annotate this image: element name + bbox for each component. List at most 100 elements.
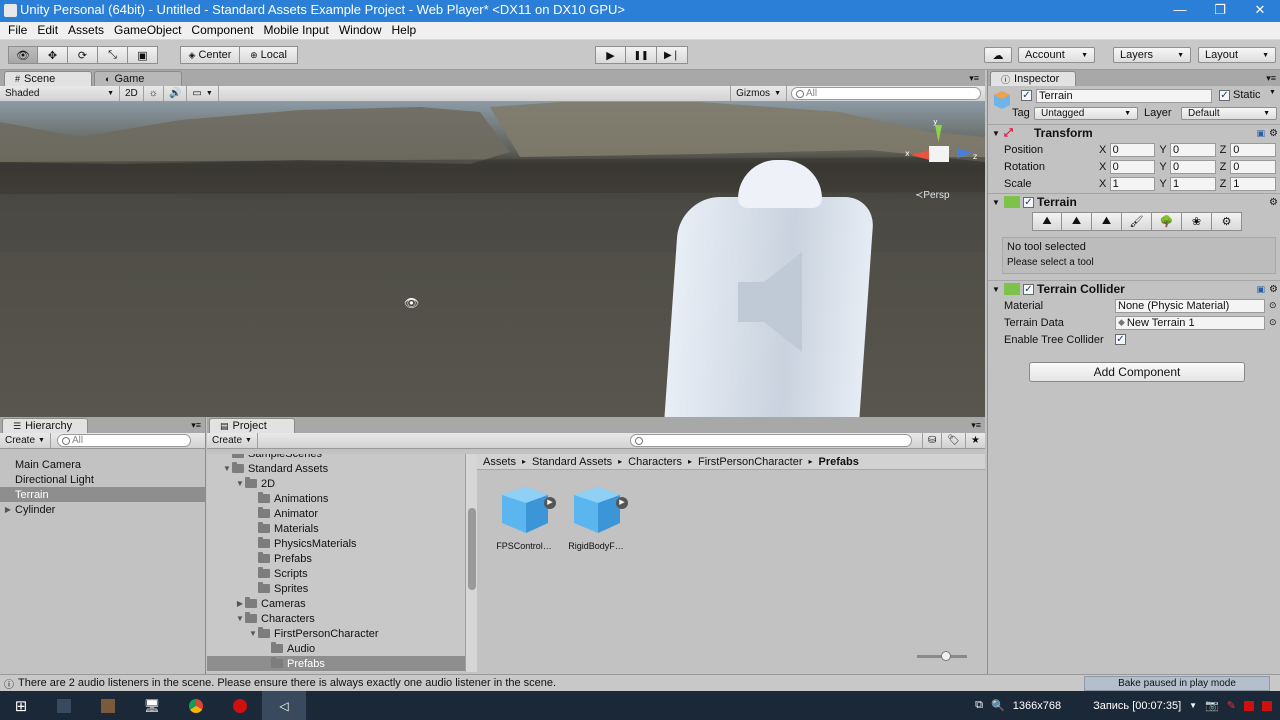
menu-assets[interactable]: Assets: [63, 22, 109, 39]
expand-arrow-icon[interactable]: ▶: [235, 599, 245, 608]
transform-y-field[interactable]: 0: [1169, 159, 1216, 174]
terrain-enabled-checkbox[interactable]: ✓: [1023, 196, 1034, 208]
audio-toggle[interactable]: 🔊: [164, 86, 188, 101]
folder-tree-item[interactable]: ▼ FirstPersonCharacter: [207, 626, 465, 641]
breadcrumb-item[interactable]: Prefabs: [819, 456, 859, 468]
terrain-header[interactable]: ▼ ✓ Terrain ⚙: [988, 193, 1280, 210]
static-checkbox[interactable]: ✓: [1219, 90, 1230, 101]
folder-tree-item[interactable]: ▼ Characters: [207, 611, 465, 626]
collab-cloud-button[interactable]: ☁: [984, 47, 1012, 63]
folder-tree-item[interactable]: Sprites: [207, 581, 465, 596]
transform-z-field[interactable]: 0: [1230, 159, 1276, 174]
filter-type-button[interactable]: ⛁: [921, 433, 943, 448]
menu-file[interactable]: File: [3, 22, 32, 39]
transform-header[interactable]: ▼ ⤢ Transform ▣ ⚙: [988, 124, 1280, 141]
transform-x-field[interactable]: 1: [1109, 176, 1156, 191]
folder-tree-item[interactable]: ▶ Cameras: [207, 596, 465, 611]
transform-y-field[interactable]: 1: [1169, 176, 1216, 191]
scene-orientation-gizmo[interactable]: y x z: [905, 117, 980, 190]
expand-arrow-icon[interactable]: ▶: [3, 505, 13, 514]
tree-scrollbar[interactable]: [465, 454, 477, 672]
menu-component[interactable]: Component: [186, 22, 258, 39]
terrain-tool-button[interactable]: 🖌: [1122, 212, 1152, 231]
folder-tree-item[interactable]: Prefabs: [207, 551, 465, 566]
screen-icon[interactable]: ⧉: [975, 699, 983, 712]
record-square-icon[interactable]: [1262, 700, 1272, 711]
layers-dropdown[interactable]: Layers ▼: [1113, 47, 1191, 63]
tab-game[interactable]: ◐ Game: [94, 71, 182, 86]
expand-arrow-icon[interactable]: ▼: [235, 614, 245, 623]
transform-x-field[interactable]: 0: [1109, 159, 1156, 174]
move-tool-button[interactable]: ✥: [38, 46, 68, 64]
terrain-collider-header[interactable]: ▼ ✓ Terrain Collider ▣ ⚙: [988, 280, 1280, 297]
layer-dropdown[interactable]: Default ▼: [1181, 107, 1277, 120]
tab-hierarchy[interactable]: ☰ Hierarchy: [2, 418, 88, 433]
hierarchy-item[interactable]: Directional Light: [0, 472, 205, 487]
folder-tree-item[interactable]: Audio: [207, 641, 465, 656]
icon-size-slider-thumb[interactable]: [941, 651, 951, 661]
tag-dropdown[interactable]: Untagged ▼: [1034, 107, 1138, 120]
play-button[interactable]: ▶: [595, 46, 626, 64]
terrain-data-field[interactable]: ◆ New Terrain 1: [1115, 315, 1265, 330]
help-icon[interactable]: ▣: [1257, 284, 1266, 295]
scene-search-input[interactable]: All: [791, 87, 981, 100]
add-component-button[interactable]: Add Component: [1029, 362, 1245, 382]
panel-menu-icon[interactable]: ▾≡: [191, 420, 205, 433]
panel-menu-icon[interactable]: ▾≡: [1266, 73, 1280, 86]
tree-scrollbar-thumb[interactable]: [468, 508, 476, 590]
taskbar-app[interactable]: [218, 691, 262, 720]
rect-tool-button[interactable]: ▣: [128, 46, 158, 64]
effects-dropdown[interactable]: ▭ ▼: [187, 86, 219, 101]
step-button[interactable]: ▶❘: [657, 46, 688, 64]
project-create-dropdown[interactable]: Create ▼: [207, 433, 258, 448]
expand-arrow-icon[interactable]: ▼: [248, 629, 258, 638]
panel-menu-icon[interactable]: ▾≡: [971, 420, 985, 433]
scale-tool-button[interactable]: ⤡: [98, 46, 128, 64]
breadcrumb-item[interactable]: Characters: [628, 456, 682, 468]
tab-inspector[interactable]: ⓘ Inspector: [990, 71, 1076, 86]
panel-menu-icon[interactable]: ▾≡: [969, 73, 985, 86]
material-field[interactable]: None (Physic Material): [1115, 298, 1265, 313]
taskbar-app-unity[interactable]: ◁: [262, 691, 306, 720]
gear-icon[interactable]: ⚙: [1269, 284, 1278, 295]
gear-icon[interactable]: ⚙: [1269, 197, 1278, 208]
folder-tree-item[interactable]: SampleScenes: [207, 454, 465, 461]
folder-tree-item[interactable]: Scripts: [207, 566, 465, 581]
shading-dropdown[interactable]: Shaded ▼: [0, 86, 120, 101]
play-preview-icon[interactable]: ▶: [616, 497, 628, 509]
transform-x-field[interactable]: 0: [1109, 142, 1156, 157]
icon-size-slider[interactable]: [917, 651, 967, 661]
taskbar-app[interactable]: [86, 691, 130, 720]
terrain-tool-button[interactable]: ⚙: [1212, 212, 1242, 231]
collider-enabled-checkbox[interactable]: ✓: [1023, 283, 1034, 295]
breadcrumb-item[interactable]: FirstPersonCharacter: [698, 456, 803, 468]
taskbar-app[interactable]: [42, 691, 86, 720]
status-message[interactable]: There are 2 audio listeners in the scene…: [18, 677, 556, 689]
maximize-button[interactable]: ❐: [1200, 0, 1240, 22]
object-picker-icon[interactable]: ⊙: [1269, 317, 1277, 328]
folder-tree-item[interactable]: ▼ 2D: [207, 476, 465, 491]
folder-tree-item[interactable]: ▼ Standard Assets: [207, 461, 465, 476]
hierarchy-search-input[interactable]: All: [56, 434, 191, 447]
breadcrumb-item[interactable]: Assets: [483, 456, 516, 468]
menu-gameobject[interactable]: GameObject: [109, 22, 186, 39]
camera-icon[interactable]: 📷: [1205, 699, 1219, 712]
pivot-rotation-button[interactable]: ⊕ Local: [240, 46, 298, 64]
project-search-input[interactable]: [629, 434, 912, 447]
terrain-tool-button[interactable]: 🌳: [1152, 212, 1182, 231]
expand-arrow-icon[interactable]: ▼: [235, 479, 245, 488]
start-button[interactable]: ⊞: [0, 691, 42, 720]
pause-button[interactable]: ❚❚: [626, 46, 657, 64]
menu-edit[interactable]: Edit: [32, 22, 63, 39]
transform-z-field[interactable]: 0: [1230, 142, 1276, 157]
favorites-button[interactable]: ★: [966, 433, 985, 448]
taskbar-app[interactable]: 🖥: [130, 691, 174, 720]
record-stop-icon[interactable]: [1244, 700, 1254, 711]
hierarchy-create-dropdown[interactable]: Create ▼: [0, 433, 51, 448]
folder-tree-item[interactable]: Animator: [207, 506, 465, 521]
chevron-down-icon[interactable]: ▼: [1189, 701, 1197, 710]
persp-label[interactable]: ≺Persp: [915, 190, 950, 201]
account-dropdown[interactable]: Account ▼: [1018, 47, 1095, 63]
active-checkbox[interactable]: ✓: [1021, 90, 1032, 101]
play-preview-icon[interactable]: ▶: [544, 497, 556, 509]
